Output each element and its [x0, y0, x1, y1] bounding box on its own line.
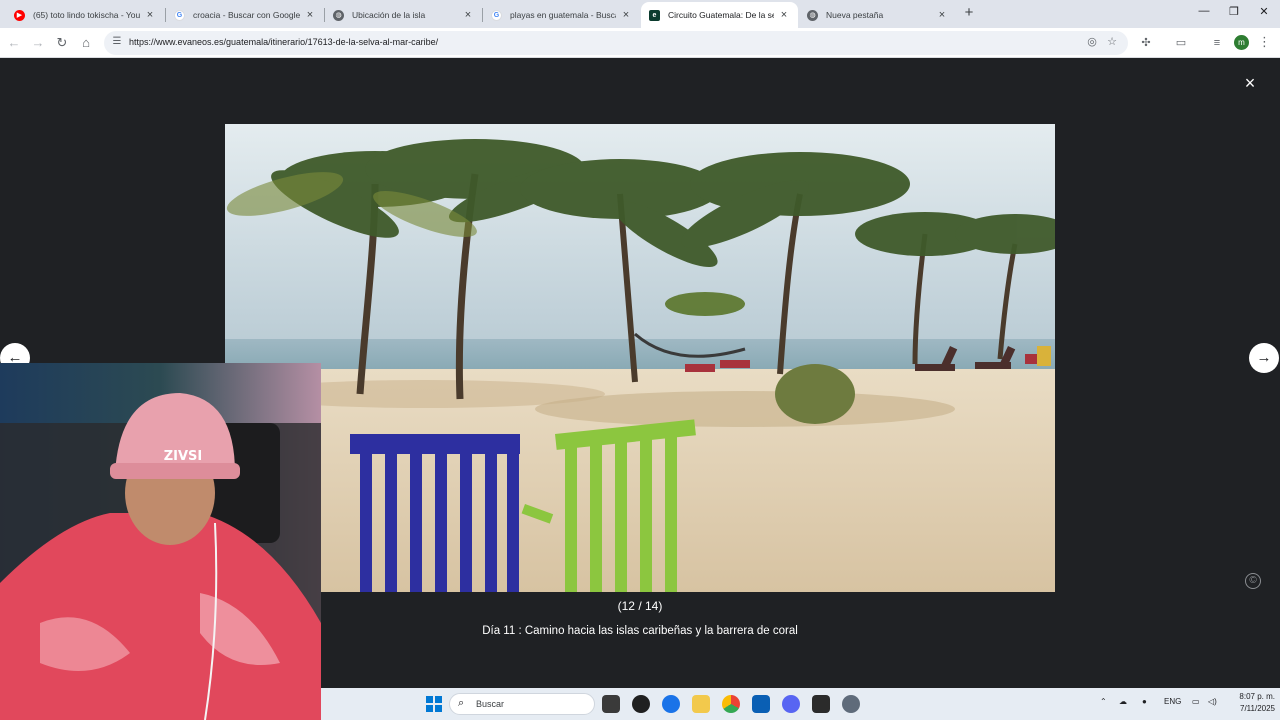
tab-google-playas[interactable]: G playas en guatemala - Buscar con Googl… — [483, 2, 640, 28]
clock-time: 8:07 p. m. — [1239, 692, 1275, 701]
slide-counter: (12 / 14) — [617, 599, 663, 613]
tab-google-croacia[interactable]: G croacia - Buscar con Google × — [166, 2, 324, 28]
taskbar-clock[interactable]: 8:07 p. m. 7/11/2025 — [1225, 691, 1275, 715]
google-icon: G — [491, 9, 502, 21]
app-icon[interactable] — [632, 695, 650, 713]
windows-taskbar: ⌕ Buscar ⌃ ☁ ● ENG ▭ ◁) 8:07 p. m. 7/11/… — [321, 688, 1280, 720]
settings-icon[interactable] — [842, 695, 860, 713]
chrome-icon[interactable] — [722, 695, 740, 713]
globe-icon: ◍ — [807, 9, 818, 21]
forward-icon[interactable]: → — [29, 34, 47, 52]
network-icon[interactable]: ▭ — [1192, 697, 1200, 706]
close-icon[interactable]: × — [304, 9, 316, 21]
url-text: https://www.evaneos.es/guatemala/itinera… — [129, 37, 439, 47]
clock-date: 7/11/2025 — [1240, 704, 1275, 713]
search-icon: ⌕ — [458, 697, 465, 709]
browser-tab-strip: ▶ (65) toto lindo tokischa - YouTube × G… — [0, 0, 1280, 28]
media-icon[interactable]: ≡ — [1208, 34, 1226, 52]
window-close-icon[interactable]: ✕ — [1249, 5, 1279, 21]
close-icon[interactable]: × — [462, 9, 474, 21]
evaneos-icon: e — [649, 9, 660, 21]
minimize-icon[interactable]: — — [1189, 5, 1219, 21]
menu-icon[interactable]: ⋮ — [1258, 34, 1271, 52]
restore-icon[interactable]: ❐ — [1219, 5, 1249, 21]
reload-icon[interactable]: ↻ — [53, 34, 71, 52]
home-icon[interactable]: ⌂ — [77, 34, 95, 52]
windows-start-icon[interactable] — [425, 695, 443, 713]
profile-avatar[interactable]: m — [1234, 35, 1249, 50]
google-icon: G — [174, 9, 185, 21]
star-icon[interactable]: ☆ — [1104, 35, 1120, 51]
epic-games-icon[interactable] — [812, 695, 830, 713]
store-icon[interactable] — [752, 695, 770, 713]
beach-photo-illustration — [225, 124, 1055, 592]
edge-icon[interactable] — [662, 695, 680, 713]
globe-icon: ◍ — [333, 9, 344, 21]
close-icon[interactable]: × — [144, 9, 156, 21]
webcam-person-illustration: ZIVSI — [0, 363, 321, 720]
back-icon[interactable]: ← — [5, 34, 23, 52]
photo-caption: Día 11 : Camino hacia las islas caribeña… — [482, 625, 798, 637]
next-arrow-icon[interactable]: → — [1249, 343, 1279, 373]
tab-youtube[interactable]: ▶ (65) toto lindo tokischa - YouTube × — [6, 2, 164, 28]
copyright-icon[interactable]: © — [1245, 573, 1261, 589]
beach-photo — [225, 124, 1055, 592]
extensions-icon[interactable]: ✣ — [1137, 34, 1155, 52]
discord-icon[interactable] — [782, 695, 800, 713]
tab-ubicacion[interactable]: ◍ Ubicación de la isla × — [325, 2, 482, 28]
tab-title: (65) toto lindo tokischa - YouTube — [33, 10, 140, 20]
taskbar-search-placeholder: Buscar — [476, 699, 505, 709]
taskbar-search[interactable]: ⌕ Buscar — [449, 693, 595, 715]
chevron-up-icon[interactable]: ⌃ — [1100, 697, 1107, 706]
close-icon[interactable]: × — [778, 9, 790, 21]
browser-toolbar: ← → ↻ ⌂ ☰ https://www.evaneos.es/guatema… — [0, 28, 1280, 58]
webcam-overlay: ZIVSI — [0, 363, 321, 720]
file-explorer-icon[interactable] — [692, 695, 710, 713]
close-icon[interactable]: × — [620, 9, 632, 21]
close-icon[interactable]: × — [1240, 72, 1260, 94]
cloud-icon[interactable]: ☁ — [1119, 697, 1127, 706]
new-tab-button[interactable]: + — [961, 5, 977, 21]
tab-nueva[interactable]: ◍ Nueva pestaña × — [799, 2, 956, 28]
task-view-icon[interactable] — [602, 695, 620, 713]
youtube-icon: ▶ — [14, 9, 25, 21]
tab-title: playas en guatemala - Buscar con Google — [510, 10, 616, 20]
close-icon[interactable]: × — [936, 9, 948, 21]
eye-off-icon[interactable]: ◎ — [1084, 35, 1100, 51]
tab-evaneos[interactable]: e Circuito Guatemala: De la selva al mar… — [641, 2, 798, 28]
tab-title: croacia - Buscar con Google — [193, 10, 300, 20]
sidepanel-icon[interactable]: ▭ — [1172, 34, 1190, 52]
microphone-icon[interactable]: ● — [1142, 697, 1147, 706]
language-indicator[interactable]: ENG — [1164, 697, 1181, 706]
volume-icon[interactable]: ◁) — [1208, 697, 1217, 706]
tab-title: Ubicación de la isla — [352, 10, 426, 20]
site-info-icon[interactable]: ☰ — [110, 36, 124, 50]
cap-logo-text: ZIVSI — [164, 449, 203, 464]
tab-title: Circuito Guatemala: De la selva al mar C… — [668, 10, 774, 20]
address-bar[interactable]: ☰ https://www.evaneos.es/guatemala/itine… — [104, 31, 1128, 55]
tab-title: Nueva pestaña — [826, 10, 884, 20]
